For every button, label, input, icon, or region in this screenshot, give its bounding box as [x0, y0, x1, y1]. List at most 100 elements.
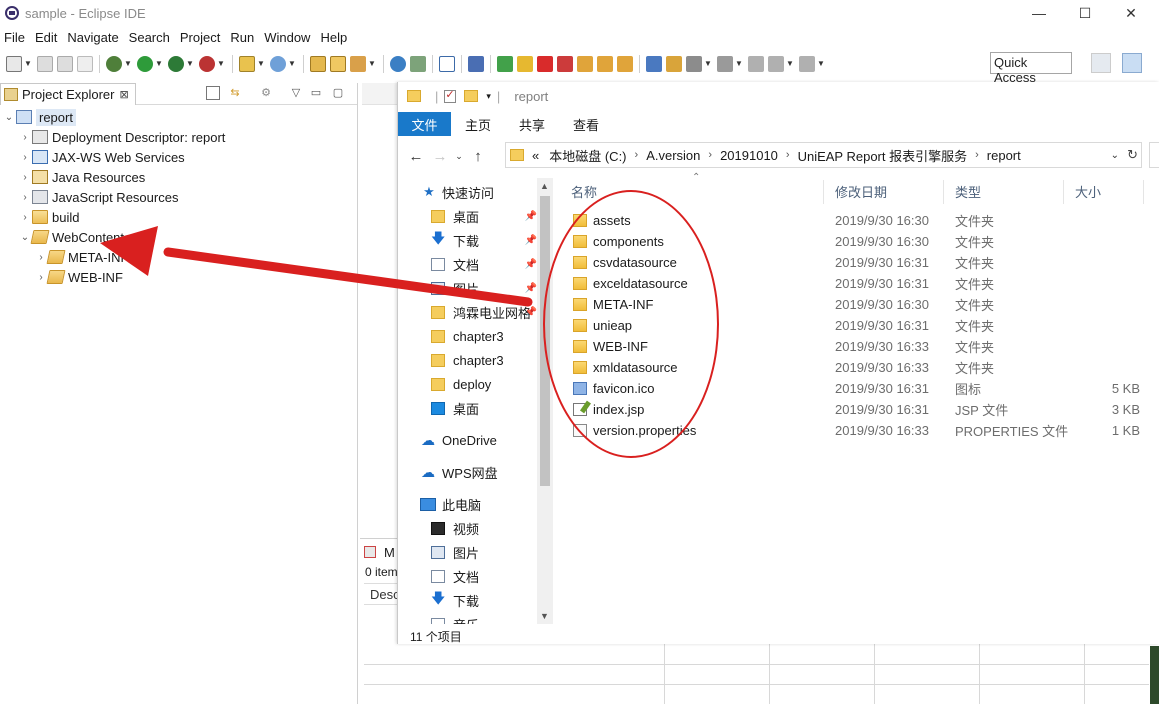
nav-videos[interactable]: 视频	[398, 516, 553, 540]
collapsed-chevron-icon[interactable]: ›	[34, 272, 48, 283]
tree-item-webcontent[interactable]: ⌄ WebContent	[0, 227, 357, 247]
folder-icon[interactable]	[407, 90, 421, 102]
tree-item-meta-inf[interactable]: › META-INF	[0, 247, 357, 267]
column-divider[interactable]	[1063, 180, 1064, 204]
collapsed-chevron-icon[interactable]: ›	[18, 212, 32, 223]
nav-folder-chapter3[interactable]: chapter3	[398, 348, 553, 372]
new-server-dropdown-icon[interactable]: ▼	[257, 59, 265, 68]
column-divider[interactable]	[1143, 180, 1144, 204]
nav-documents[interactable]: 文档	[398, 564, 553, 588]
external-tools-dropdown-icon[interactable]: ▼	[217, 59, 225, 68]
menu-navigate[interactable]: Navigate	[62, 30, 123, 45]
refresh-icon[interactable]: ↻	[1127, 147, 1138, 163]
menu-file[interactable]: File	[0, 30, 30, 45]
quick-access-field[interactable]: Quick Access	[990, 52, 1072, 85]
nav-folder-chapter3[interactable]: chapter3	[398, 324, 553, 348]
tree-item-web-inf[interactable]: › WEB-INF	[0, 267, 357, 287]
column-type[interactable]: 类型	[945, 178, 981, 204]
nav-downloads[interactable]: 🡇 下载	[398, 588, 553, 612]
nav-music[interactable]: 音乐	[398, 612, 553, 624]
file-row[interactable]: xmldatasource 2019/9/30 16:33 文件夹	[561, 357, 1159, 378]
nav-pictures-pinned[interactable]: 图片 📌	[398, 276, 553, 300]
annotation-dropdown-icon[interactable]: ▼	[704, 59, 712, 68]
column-date[interactable]: 修改日期	[825, 178, 887, 204]
breadcrumb-local-disk[interactable]: 本地磁盘 (C:)	[547, 146, 628, 165]
breadcrumb-uniEAP[interactable]: UniEAP Report 报表引擎服务	[796, 146, 970, 165]
tree-item-jaxws[interactable]: › JAX-WS Web Services	[0, 147, 357, 167]
file-row[interactable]: version.properties 2019/9/30 16:33 PROPE…	[561, 420, 1159, 441]
scroll-down-icon[interactable]: ▼	[540, 611, 549, 621]
column-divider[interactable]	[943, 180, 944, 204]
collapsed-chevron-icon[interactable]: ›	[18, 132, 32, 143]
back-arrow-icon[interactable]: ←	[404, 148, 428, 165]
minimize-view-icon[interactable]: ▭	[309, 86, 323, 100]
breadcrumb-separator-icon[interactable]: ›	[702, 149, 718, 161]
recent-locations-icon[interactable]: ⌄	[452, 151, 466, 162]
search-tool-dropdown-icon[interactable]: ▼	[368, 59, 376, 68]
last-edit-dropdown-icon[interactable]: ▼	[735, 59, 743, 68]
web-browser-icon[interactable]	[390, 55, 406, 72]
column-size[interactable]: 大小	[1065, 178, 1101, 204]
file-row[interactable]: unieap 2019/9/30 16:31 文件夹	[561, 315, 1159, 336]
back-history-icon[interactable]	[768, 55, 784, 72]
use-step-filters-icon[interactable]	[666, 55, 682, 72]
ribbon-tab-file[interactable]: 文件	[398, 112, 451, 136]
new-server-icon[interactable]	[239, 55, 255, 72]
nav-this-pc[interactable]: 此电脑	[398, 492, 553, 516]
menu-search[interactable]: Search	[124, 30, 175, 45]
file-row[interactable]: favicon.ico 2019/9/30 16:31 图标 5 KB	[561, 378, 1159, 399]
tree-item-javascript-resources[interactable]: › JavaScript Resources	[0, 187, 357, 207]
menu-window[interactable]: Window	[259, 30, 315, 45]
print-icon[interactable]	[77, 55, 93, 72]
ribbon-tab-view[interactable]: 查看	[559, 112, 613, 136]
new-class-icon[interactable]	[270, 55, 286, 72]
javaee-perspective-icon[interactable]	[1122, 53, 1142, 73]
up-arrow-icon[interactable]: ↑	[466, 148, 490, 165]
nav-desktop[interactable]: 桌面	[398, 396, 553, 420]
nav-onedrive[interactable]: ☁ OneDrive	[398, 428, 553, 452]
properties-check-icon[interactable]	[444, 88, 457, 103]
collapsed-chevron-icon[interactable]: ›	[34, 252, 48, 263]
suspend-icon[interactable]	[517, 55, 533, 72]
breadcrumb-report[interactable]: report	[985, 148, 1023, 163]
menu-project[interactable]: Project	[175, 30, 225, 45]
back-dropdown-icon[interactable]: ▼	[786, 59, 794, 68]
nav-documents-pinned[interactable]: 文档 📌	[398, 252, 553, 276]
tree-item-deployment-descriptor[interactable]: › Deployment Descriptor: report	[0, 127, 357, 147]
run-dropdown-icon[interactable]: ▼	[155, 59, 163, 68]
new-folder-icon[interactable]	[464, 90, 479, 102]
column-name[interactable]: 名称	[561, 178, 597, 204]
resume-icon[interactable]	[497, 55, 513, 72]
menu-help[interactable]: Help	[315, 30, 352, 45]
coverage-icon[interactable]	[168, 55, 184, 72]
nav-pane-scrollbar[interactable]: ▲ ▼	[537, 178, 553, 624]
nav-wps-drive[interactable]: ☁ WPS网盘	[398, 460, 553, 484]
collapse-all-icon[interactable]	[206, 86, 220, 100]
close-button[interactable]: ✕	[1108, 0, 1154, 26]
open-folder-icon[interactable]	[330, 55, 346, 72]
filters-icon[interactable]: ⚙	[259, 86, 273, 100]
file-row[interactable]: csvdatasource 2019/9/30 16:31 文件夹	[561, 252, 1159, 273]
last-edit-icon[interactable]	[717, 55, 733, 72]
save-all-icon[interactable]	[57, 55, 73, 72]
breadcrumb-separator-icon[interactable]: ›	[629, 149, 645, 161]
refresh-server-icon[interactable]	[410, 55, 426, 72]
open-perspective-icon[interactable]	[1091, 53, 1111, 73]
file-row[interactable]: META-INF 2019/9/30 16:30 文件夹	[561, 294, 1159, 315]
ribbon-tab-share[interactable]: 共享	[505, 112, 559, 136]
disconnect-icon[interactable]	[557, 55, 573, 72]
save-icon[interactable]	[37, 55, 53, 72]
maximize-button[interactable]: ☐	[1062, 0, 1108, 26]
scroll-up-icon[interactable]: ▲	[540, 181, 549, 191]
skip-breakpoints-icon[interactable]	[468, 55, 484, 72]
collapsed-chevron-icon[interactable]: ›	[18, 172, 32, 183]
scrollbar-thumb[interactable]	[540, 196, 550, 486]
forward-dropdown-icon[interactable]: ▼	[817, 59, 825, 68]
new-class-dropdown-icon[interactable]: ▼	[288, 59, 296, 68]
external-tools-icon[interactable]	[199, 55, 215, 72]
column-divider[interactable]	[823, 180, 824, 204]
address-overflow[interactable]: «	[530, 148, 541, 163]
run-icon[interactable]	[137, 55, 153, 72]
collapsed-chevron-icon[interactable]: ›	[18, 192, 32, 203]
file-row[interactable]: index.jsp 2019/9/30 16:31 JSP 文件 3 KB	[561, 399, 1159, 420]
